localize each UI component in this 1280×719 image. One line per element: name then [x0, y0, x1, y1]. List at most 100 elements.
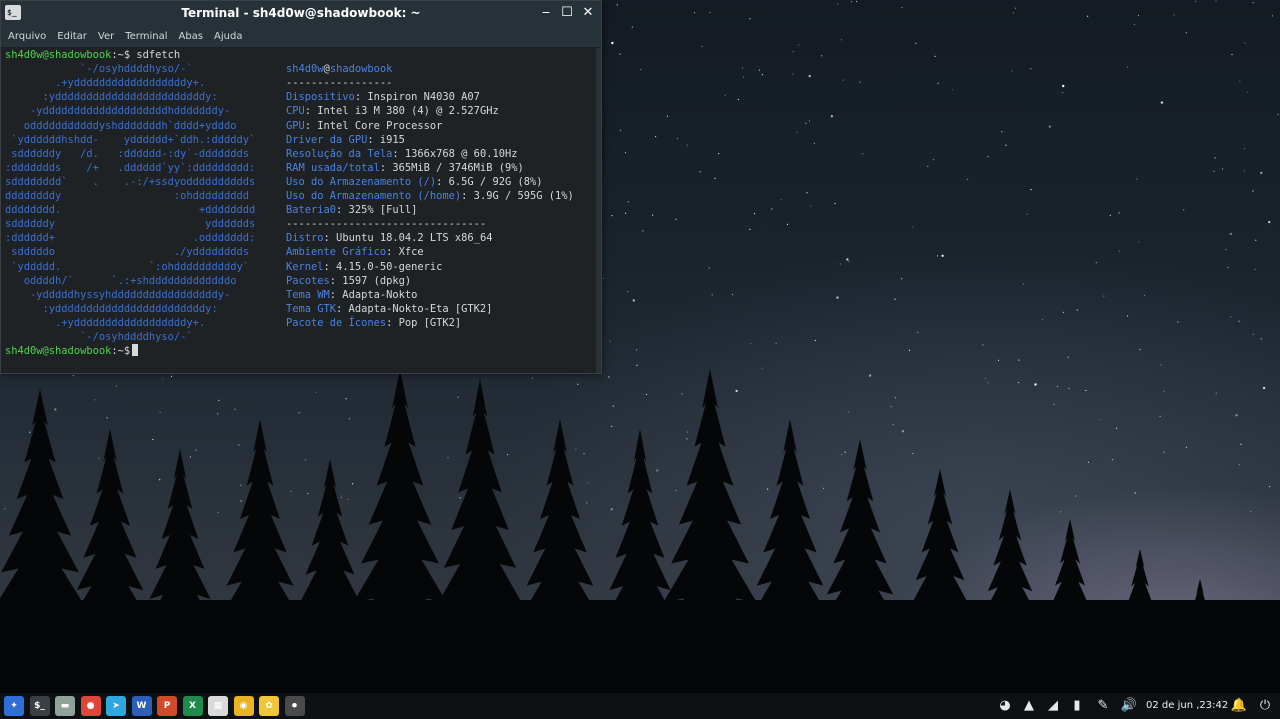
star — [307, 492, 309, 494]
star — [836, 296, 839, 299]
maximize-button[interactable]: ☐ — [558, 4, 576, 22]
star — [531, 377, 534, 379]
chrome-launcher-icon[interactable]: ● — [80, 696, 101, 716]
star — [937, 82, 939, 84]
star — [1143, 295, 1146, 297]
power-icon[interactable]: ⏻ — [1256, 696, 1274, 716]
star — [841, 453, 843, 456]
menu-abas[interactable]: Abas — [171, 31, 207, 42]
star — [1056, 385, 1058, 388]
star — [189, 456, 191, 458]
paperclip-icon[interactable]: ✎ — [1094, 696, 1112, 716]
star — [610, 508, 613, 511]
star — [1260, 338, 1262, 340]
excel-launcher-icon[interactable]: X — [182, 696, 203, 716]
star — [586, 502, 588, 504]
clock[interactable]: 02 de jun ,23:42 — [1146, 693, 1228, 719]
separator-short: ----------------- — [286, 77, 393, 90]
menu-editar[interactable]: Editar — [50, 31, 91, 42]
star — [1087, 15, 1089, 17]
telegram-launcher-icon[interactable]: ➤ — [106, 696, 126, 716]
star — [821, 55, 823, 57]
star — [847, 411, 850, 413]
star — [808, 120, 811, 122]
close-button[interactable]: ✕ — [579, 4, 597, 22]
star — [1062, 311, 1064, 313]
star — [987, 382, 989, 384]
menu-ajuda[interactable]: Ajuda — [207, 31, 246, 42]
recorder-launcher-icon[interactable]: ⏺ — [284, 696, 305, 716]
bottom-panel: ✦ $_ ▬ ● ➤ W P X ▦ ◉ ✿ ⏺ ◕ ▲ ◢ ▮ ✎ 🔊 02 de jun ,23:… — [0, 693, 1280, 719]
discord-icon[interactable]: ◕ — [996, 696, 1014, 716]
star — [915, 42, 917, 44]
star — [611, 425, 613, 427]
battery-icon[interactable]: ▮ — [1068, 696, 1086, 716]
star — [1116, 427, 1118, 429]
file-manager-launcher-icon[interactable]: ▬ — [55, 696, 75, 716]
info-key: Pacotes — [286, 274, 330, 287]
star — [106, 417, 108, 419]
star — [1076, 309, 1078, 311]
menu-ver[interactable]: Ver — [91, 31, 118, 42]
info-value: : i915 — [367, 133, 405, 146]
star — [842, 79, 844, 81]
wifi-icon[interactable]: ◢ — [1044, 696, 1062, 716]
terminal-window[interactable]: $_ Terminal - sh4d0w@shadowbook: ~ ‒ ☐ ✕… — [0, 0, 602, 374]
info-row: Tema GTK: Adapta-Nokto-Eta [GTK2] — [286, 302, 492, 316]
terminal-output[interactable]: sh4d0w@shadowbook:~$ sdfetch `-/osyhdddd… — [1, 48, 595, 373]
star — [709, 11, 711, 14]
star — [1213, 170, 1215, 172]
prompt-line: sh4d0w@shadowbook:~$ — [5, 344, 139, 358]
logo-line: dddddddd. +dddddddd — [5, 204, 256, 217]
terminal-launcher-icon[interactable]: $_ — [29, 696, 50, 716]
star — [159, 411, 161, 414]
star — [894, 397, 897, 399]
info-row: GPU: Intel Core Processor — [286, 119, 442, 133]
terminal-scrollbar[interactable] — [596, 48, 601, 373]
star — [1109, 214, 1111, 216]
info-key: Tema GTK — [286, 302, 337, 315]
logo-line: sdddddddd` . .-:/+ssdyodddddddddds — [5, 175, 256, 188]
star — [1030, 189, 1032, 191]
menu-arquivo[interactable]: Arquivo — [1, 31, 50, 42]
logo-line: :dddddd+ .oddddddd: — [5, 232, 256, 245]
info-key: Pacote de Ícones — [286, 316, 387, 329]
info-value: : 1597 (dpkg) — [329, 274, 412, 287]
media-player-launcher-icon[interactable]: ◉ — [233, 696, 254, 716]
star — [686, 431, 689, 433]
star — [72, 375, 74, 377]
calculator-launcher-icon[interactable]: ▦ — [208, 696, 228, 716]
star — [771, 208, 773, 210]
star — [612, 405, 614, 407]
star — [1227, 266, 1229, 269]
word-launcher-icon[interactable]: W — [131, 696, 152, 716]
star — [611, 41, 614, 45]
star — [850, 1, 853, 3]
star — [217, 413, 219, 415]
star — [792, 51, 794, 53]
powerpoint-launcher-icon[interactable]: P — [157, 696, 177, 716]
paint-launcher-icon[interactable]: ✿ — [259, 696, 279, 716]
star — [675, 218, 677, 220]
star — [115, 385, 118, 387]
info-value: : 6.5G / 92G (8%) — [436, 175, 543, 188]
window-titlebar[interactable]: $_ Terminal - sh4d0w@shadowbook: ~ ‒ ☐ ✕ — [1, 1, 601, 25]
volume-icon[interactable]: 🔊 — [1120, 696, 1138, 716]
star — [1214, 157, 1216, 159]
star — [624, 152, 627, 154]
minimize-button[interactable]: ‒ — [537, 4, 555, 22]
info-value: : Inspiron N4030 A07 — [354, 91, 480, 104]
command-text: sdfetch — [130, 49, 181, 61]
notifications-icon[interactable]: 🔔 — [1230, 696, 1248, 716]
star — [608, 376, 610, 378]
vlc-icon[interactable]: ▲ — [1020, 696, 1038, 716]
menu-terminal[interactable]: Terminal — [118, 31, 171, 42]
whisker-menu-launcher-icon[interactable]: ✦ — [4, 696, 24, 716]
star — [1139, 348, 1141, 350]
star — [1215, 392, 1217, 394]
star — [855, 0, 858, 3]
star — [1244, 42, 1246, 44]
star — [1018, 359, 1020, 361]
star — [1225, 249, 1227, 251]
info-key: Resolução da Tela — [286, 147, 393, 160]
